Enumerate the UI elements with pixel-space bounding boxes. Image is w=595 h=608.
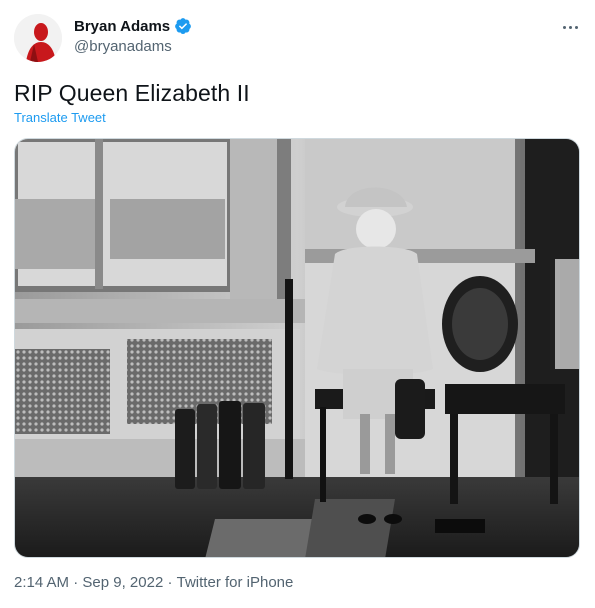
tweet-text: RIP Queen Elizabeth II xyxy=(14,80,250,106)
name-row: Bryan Adams xyxy=(74,16,192,36)
tweet-card: Bryan Adams @bryanadams RIP Queen Elizab… xyxy=(0,0,595,608)
more-options-icon[interactable] xyxy=(555,16,585,38)
avatar[interactable] xyxy=(14,14,62,62)
profile-photo-icon xyxy=(14,14,62,62)
author-block: Bryan Adams @bryanadams xyxy=(74,16,192,55)
display-name[interactable]: Bryan Adams xyxy=(74,18,170,35)
tweet-date[interactable]: Sep 9, 2022 xyxy=(82,574,163,591)
translate-tweet-link[interactable]: Translate Tweet xyxy=(14,110,106,125)
meta-separator: · xyxy=(163,574,177,591)
handle[interactable]: @bryanadams xyxy=(74,38,192,55)
tweet-meta: 2:14 AM · Sep 9, 2022 · Twitter for iPho… xyxy=(14,574,293,591)
tweet-time[interactable]: 2:14 AM xyxy=(14,574,69,591)
meta-separator: · xyxy=(69,574,83,591)
queen-portrait-photo-icon xyxy=(15,139,579,557)
verified-badge-icon xyxy=(175,18,192,34)
tweet-photo[interactable] xyxy=(14,138,580,558)
tweet-source[interactable]: Twitter for iPhone xyxy=(177,574,294,591)
